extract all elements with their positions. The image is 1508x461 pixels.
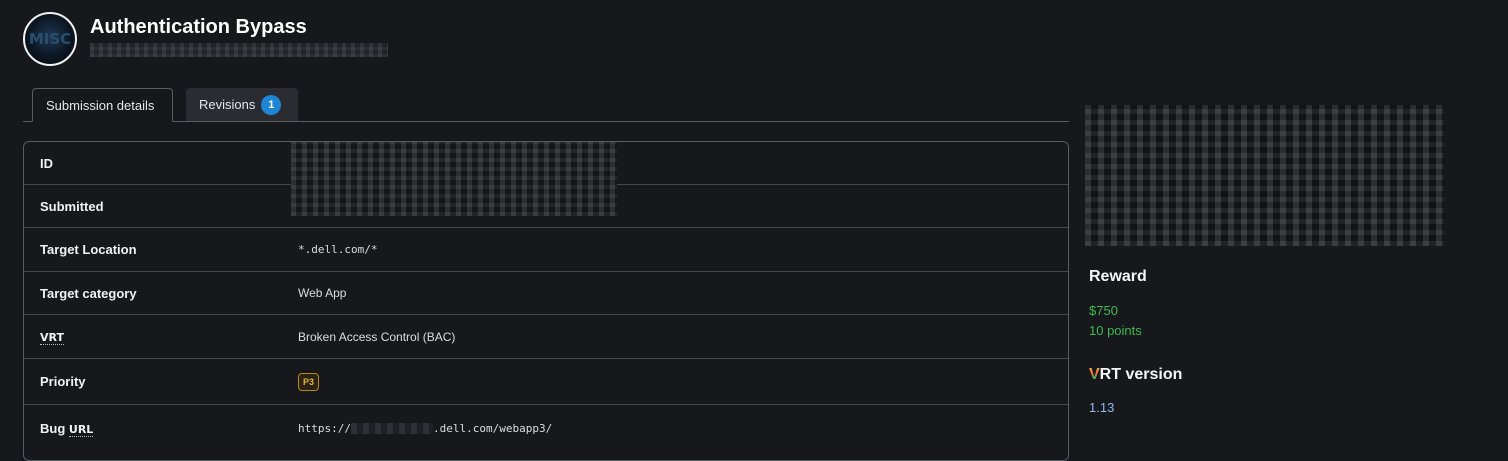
table-row-target-category: Target category Web App [24,272,1068,315]
reward-points-wrap: 10 points [1089,323,1142,338]
vrt-abbr[interactable]: VRT [40,331,64,345]
vrt-logo-rt: RT [1099,366,1121,383]
bug-url-prefix: https:// [298,421,351,435]
page-title: Authentication Bypass [90,16,307,38]
vrt-heading-text: version [1125,366,1183,383]
tab-bar: Submission details Revisions 1 [23,88,1069,122]
redacted-side-panel [1085,105,1444,246]
row-label-priority: Priority [40,374,86,389]
table-row-priority: Priority P3 [24,359,1068,405]
reward-amount-wrap: $750 [1089,303,1118,318]
bug-url-value[interactable]: https:// .dell.com/webapp3/ [298,422,552,435]
row-label-vrt: VRT [40,329,64,345]
reward-heading: Reward [1089,268,1147,285]
vrt-version-section: VRT version [1089,366,1182,384]
tab-label: Submission details [46,97,155,113]
program-logo[interactable]: MISC [23,12,77,66]
vrt-logo-v: V [1089,366,1100,383]
revisions-count-badge: 1 [261,94,282,115]
redacted-url-segment [350,423,433,434]
vrt-version-value-wrap: 1.13 [1089,400,1114,415]
row-label-bug-url: Bug URL [40,420,94,437]
reward-points: 10 points [1089,323,1142,338]
tab-revisions[interactable]: Revisions 1 [186,88,298,121]
tab-submission-details[interactable]: Submission details [32,88,173,122]
priority-value: P3 [298,372,320,391]
redacted-subtitle [90,43,388,57]
row-label-id: ID [40,155,53,171]
bug-url-suffix: .dell.com/webapp3/ [432,421,553,435]
vrt-logo: VRT [1089,366,1121,383]
bug-url-label-prefix: Bug [40,420,66,436]
program-logo-text: MISC [28,30,72,48]
vrt-version-link[interactable]: 1.13 [1089,400,1114,415]
vrt-version-heading: VRT version [1089,366,1182,384]
reward-section: Reward [1089,268,1147,286]
table-row-bug-url: Bug URL https:// .dell.com/webapp3/ [24,405,1068,451]
title-block: Authentication Bypass [90,16,388,57]
vrt-value: Broken Access Control (BAC) [298,329,456,344]
tab-label: Revisions [199,97,256,112]
target-location-value: *.dell.com/* [298,243,378,256]
row-label-target-location: Target Location [40,242,137,257]
redacted-id-submitted [291,142,617,216]
table-row-vrt: VRT Broken Access Control (BAC) [24,315,1068,359]
url-abbr[interactable]: URL [68,422,94,437]
priority-badge: P3 [298,372,320,391]
target-category-value: Web App [298,286,347,300]
row-label-target-category: Target category [40,285,137,301]
row-label-submitted: Submitted [40,198,104,214]
submission-header: MISC Authentication Bypass [23,12,388,66]
table-row-target-location: Target Location *.dell.com/* [24,228,1068,272]
reward-amount: $750 [1089,303,1118,318]
